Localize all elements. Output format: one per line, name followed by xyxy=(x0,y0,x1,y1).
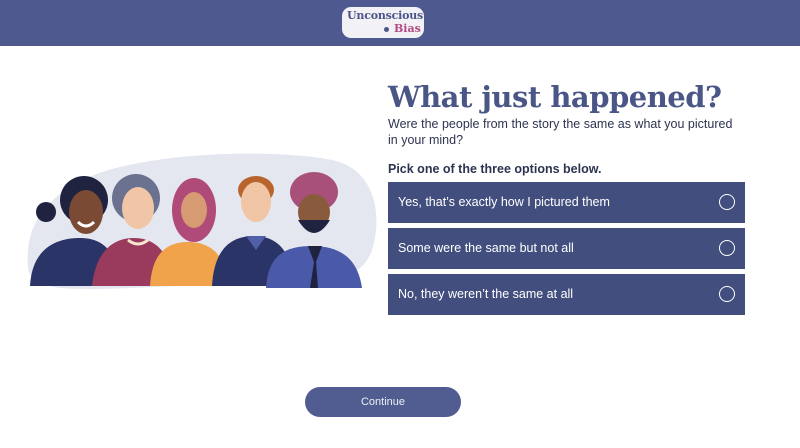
instruction-text: Pick one of the three options below. xyxy=(388,162,602,176)
logo-text-unconscious: Unconscious xyxy=(347,9,424,22)
logo-dot xyxy=(384,27,389,32)
option-label: No, they weren’t the same at all xyxy=(398,287,574,301)
option-exactly-as-pictured[interactable]: Yes, that’s exactly how I pictured them xyxy=(388,182,745,223)
radio-circle-icon[interactable] xyxy=(719,194,735,210)
radio-circle-icon[interactable] xyxy=(719,240,735,256)
option-label: Yes, that’s exactly how I pictured them xyxy=(398,195,610,209)
diverse-people-illustration xyxy=(27,153,377,289)
option-not-same[interactable]: No, they weren’t the same at all xyxy=(388,274,745,315)
top-bar: Unconscious Bias xyxy=(0,0,800,46)
option-some-same[interactable]: Some were the same but not all xyxy=(388,228,745,269)
continue-button[interactable]: Continue xyxy=(305,387,461,417)
logo-text-bias: Bias xyxy=(394,22,421,35)
question-text: Were the people from the story the same … xyxy=(388,117,733,147)
radio-circle-icon[interactable] xyxy=(719,286,735,302)
page-title: What just happened? xyxy=(388,80,722,114)
unconscious-bias-logo: Unconscious Bias xyxy=(342,7,424,38)
option-label: Some were the same but not all xyxy=(398,241,574,255)
